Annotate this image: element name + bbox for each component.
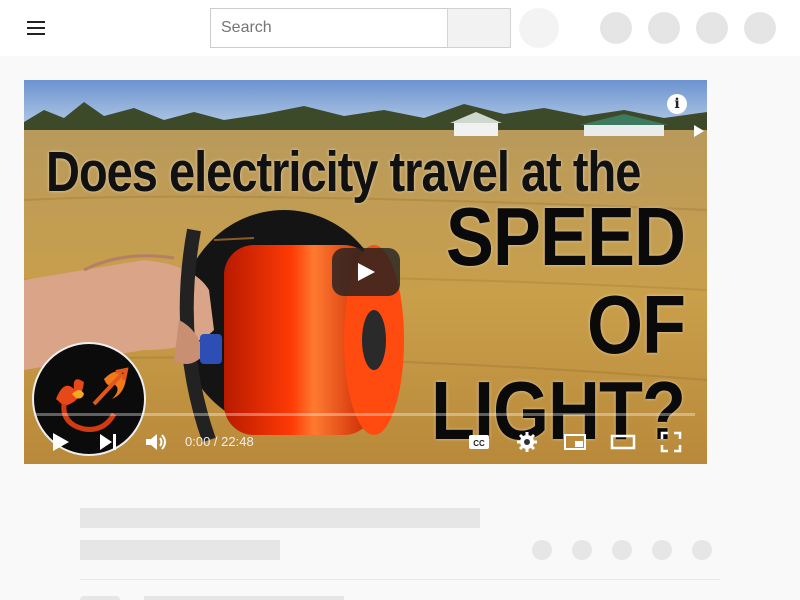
thumbnail-word-of: OF	[587, 279, 686, 372]
player-controls: 0:00 / 22:48 CC	[24, 420, 707, 464]
next-button[interactable]	[94, 428, 122, 456]
share-arrow-icon[interactable]	[694, 125, 704, 137]
fullscreen-icon	[660, 431, 682, 453]
mute-button[interactable]	[142, 428, 170, 456]
masthead	[0, 0, 800, 56]
play-button[interactable]	[46, 428, 74, 456]
time-display: 0:00 / 22:48	[185, 434, 254, 449]
svg-text:CC: CC	[473, 439, 485, 448]
notifications-icon[interactable]	[696, 12, 728, 44]
action-placeholder	[652, 540, 672, 560]
progress-bar[interactable]	[36, 413, 695, 416]
mic-button[interactable]	[519, 8, 559, 48]
avatar[interactable]	[744, 12, 776, 44]
large-play-button[interactable]	[332, 248, 400, 296]
gear-icon	[517, 432, 537, 452]
miniplayer-button[interactable]	[561, 428, 589, 456]
fullscreen-button[interactable]	[657, 428, 685, 456]
action-placeholder	[532, 540, 552, 560]
action-placeholder	[692, 540, 712, 560]
search-input[interactable]	[210, 8, 448, 48]
search-button[interactable]	[447, 8, 511, 48]
theater-mode-icon	[610, 434, 636, 450]
channel-name-placeholder	[144, 596, 344, 600]
volume-icon	[146, 434, 166, 450]
subtitles-button[interactable]: CC	[465, 428, 493, 456]
video-player[interactable]: Does electricity travel at the SPEED OF …	[24, 80, 707, 464]
divider	[80, 579, 720, 580]
closed-captions-icon: CC	[469, 435, 489, 449]
thumbnail-word-speed: SPEED	[445, 191, 686, 284]
miniplayer-icon	[564, 434, 586, 450]
apps-icon[interactable]	[648, 12, 680, 44]
meta-placeholder	[80, 540, 280, 560]
action-placeholder	[612, 540, 632, 560]
action-placeholder	[572, 540, 592, 560]
title-placeholder	[80, 508, 480, 528]
info-icon[interactable]: i	[667, 94, 687, 114]
create-icon[interactable]	[600, 12, 632, 44]
menu-icon[interactable]	[22, 16, 50, 40]
channel-avatar-placeholder	[80, 596, 120, 600]
theater-mode-button[interactable]	[609, 428, 637, 456]
skip-next-icon	[100, 434, 116, 450]
settings-button[interactable]	[513, 428, 541, 456]
play-icon	[358, 263, 375, 281]
play-icon	[53, 433, 69, 451]
